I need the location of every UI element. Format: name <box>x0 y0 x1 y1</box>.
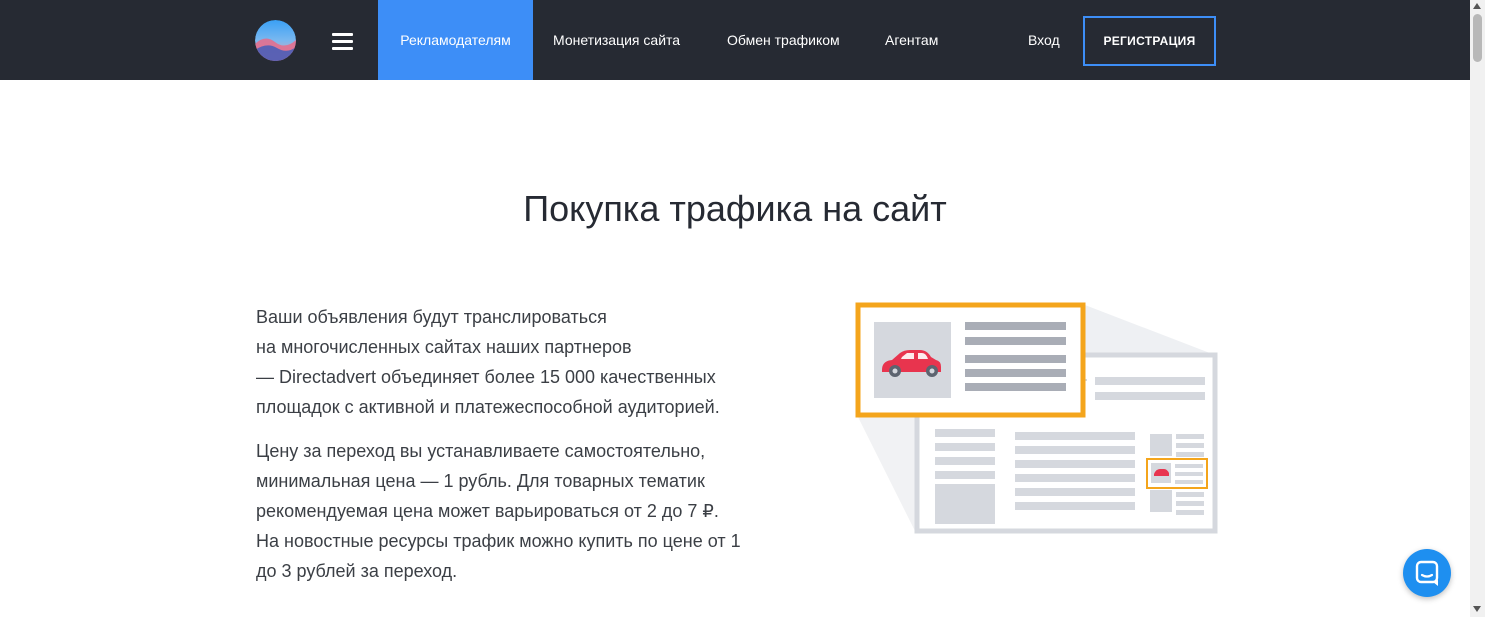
text-line: на многочисленных сайтах наших партнеров <box>256 337 632 357</box>
logo-icon[interactable] <box>255 20 296 61</box>
text-line: площадок с активной и платежеспособной а… <box>256 397 720 417</box>
text-line: Ваши объявления будут транслироваться <box>256 307 607 327</box>
nav-advertisers[interactable]: Рекламодателям <box>378 0 533 80</box>
nav-site-monetization[interactable]: Монетизация сайта <box>553 0 680 80</box>
scrollbar-thumb[interactable] <box>1473 14 1482 62</box>
text-line: — Directadvert объединяет более 15 000 к… <box>256 367 716 387</box>
login-link[interactable]: Вход <box>1028 0 1060 80</box>
nav-traffic-exchange[interactable]: Обмен трафиком <box>727 0 840 80</box>
text-line: Цену за переход вы устанавливаете самост… <box>256 441 706 461</box>
text-line: рекомендуемая цена может варьироваться о… <box>256 501 719 521</box>
description-paragraph-1: Ваши объявления будут транслироваться на… <box>256 302 720 422</box>
text-line: На новостные ресурсы трафик можно купить… <box>256 531 741 551</box>
register-button[interactable]: РЕГИСТРАЦИЯ <box>1083 16 1216 66</box>
text-line: минимальная цена — 1 рубль. Для товарных… <box>256 471 705 491</box>
nav-agents[interactable]: Агентам <box>885 0 938 80</box>
scrollbar[interactable] <box>1470 0 1485 617</box>
text-line: до 3 рублей за переход. <box>256 561 458 581</box>
scroll-down-icon[interactable] <box>1473 606 1481 612</box>
description-paragraph-2: Цену за переход вы устанавливаете самост… <box>256 436 741 586</box>
menu-icon[interactable] <box>332 33 353 50</box>
ad-placement-illustration-icon <box>855 302 1218 534</box>
scroll-up-icon[interactable] <box>1473 3 1481 9</box>
top-navigation-bar: Рекламодателям Монетизация сайта Обмен т… <box>0 0 1470 80</box>
chat-icon[interactable] <box>1403 549 1451 597</box>
page-title: Покупка трафика на сайт <box>523 188 947 229</box>
